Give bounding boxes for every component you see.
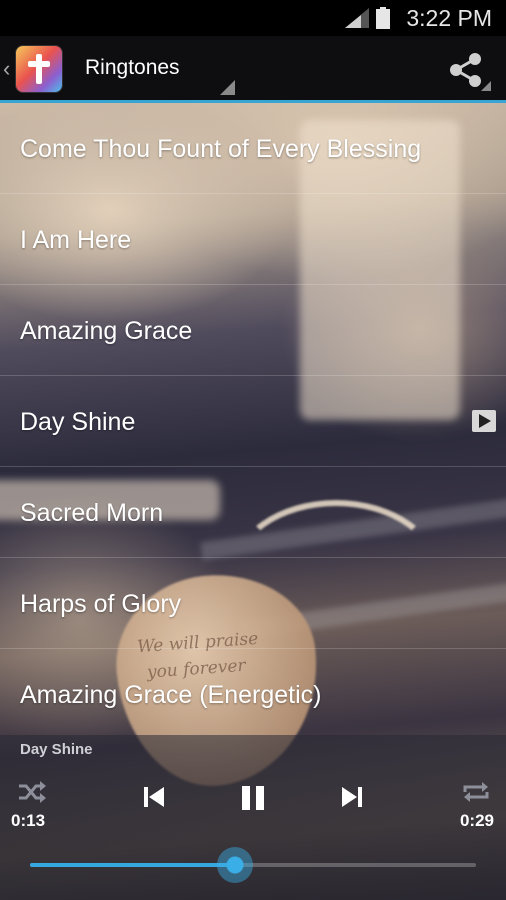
seek-bar[interactable]: [30, 847, 476, 883]
list-item[interactable]: Harps of Glory: [0, 558, 506, 649]
page-title[interactable]: Ringtones: [85, 56, 180, 80]
list-item[interactable]: Day Shine: [0, 376, 506, 467]
next-icon[interactable]: [340, 785, 362, 809]
ringtone-title: Harps of Glory: [20, 590, 182, 618]
app-icon[interactable]: [16, 46, 62, 92]
status-time: 3:22 PM: [406, 5, 492, 31]
ringtone-title: Amazing Grace: [20, 317, 193, 345]
ringtone-title: Come Thou Fount of Every Blessing: [20, 135, 422, 163]
media-player: Day Shine 0:13 0:29: [0, 735, 506, 900]
seek-progress: [30, 863, 236, 867]
shuffle-icon[interactable]: [17, 780, 47, 804]
ringtone-title: Day Shine: [20, 408, 136, 436]
seek-thumb[interactable]: [217, 847, 254, 883]
battery-icon: [376, 7, 390, 29]
ringtone-title: Amazing Grace (Energetic): [20, 681, 322, 709]
signal-icon: [345, 8, 369, 28]
repeat-icon[interactable]: [461, 780, 491, 804]
ringtone-title: I Am Here: [20, 226, 132, 254]
back-chevron-icon[interactable]: ‹: [3, 56, 10, 82]
now-playing-title: Day Shine: [20, 741, 93, 758]
overflow-indicator-icon: [481, 81, 491, 91]
list-item[interactable]: Amazing Grace: [0, 285, 506, 376]
action-bar: ‹ Ringtones: [0, 36, 506, 103]
total-duration: 0:29: [459, 811, 494, 830]
list-item[interactable]: Come Thou Fount of Every Blessing: [0, 103, 506, 194]
ringtone-title: Sacred Morn: [20, 499, 164, 527]
play-indicator-icon[interactable]: [472, 410, 496, 432]
list-item[interactable]: Amazing Grace (Energetic): [0, 649, 506, 739]
pause-icon[interactable]: [240, 785, 266, 811]
list-item[interactable]: I Am Here: [0, 194, 506, 285]
status-bar: 3:22 PM: [0, 0, 506, 36]
previous-icon[interactable]: [144, 785, 166, 809]
list-item[interactable]: Sacred Morn: [0, 467, 506, 558]
elapsed-time: 0:13: [11, 811, 46, 830]
ringtone-list: Come Thou Fount of Every Blessing I Am H…: [0, 103, 506, 739]
dropdown-indicator-icon[interactable]: [220, 80, 235, 95]
